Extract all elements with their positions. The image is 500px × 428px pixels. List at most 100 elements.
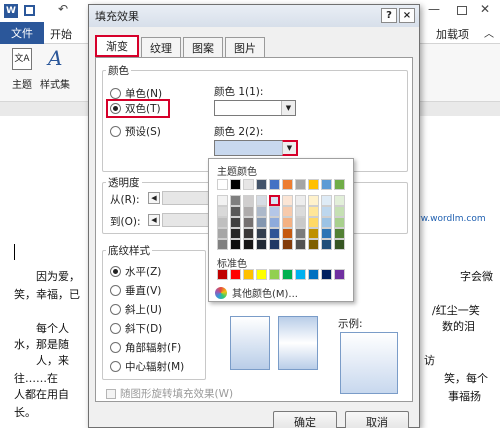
- help-button[interactable]: ?: [381, 8, 397, 23]
- theme-color-swatch[interactable]: [308, 228, 319, 239]
- standard-color-swatch[interactable]: [243, 269, 254, 280]
- styles-icon[interactable]: A: [48, 46, 62, 70]
- theme-color-swatch[interactable]: [256, 228, 267, 239]
- color1-dropdown[interactable]: ▼: [214, 100, 296, 116]
- theme-color-swatch[interactable]: [269, 179, 280, 190]
- theme-color-swatch[interactable]: [295, 228, 306, 239]
- shading-from-corner[interactable]: 角部辐射(F): [110, 340, 181, 355]
- theme-color-swatch[interactable]: [256, 179, 267, 190]
- standard-color-swatch[interactable]: [295, 269, 306, 280]
- theme-color-swatch[interactable]: [230, 239, 241, 250]
- save-icon[interactable]: [24, 5, 35, 16]
- ok-button[interactable]: 确定: [273, 411, 337, 428]
- theme-color-swatch[interactable]: [217, 195, 228, 206]
- theme-color-swatch[interactable]: [230, 206, 241, 217]
- theme-color-swatch[interactable]: [230, 217, 241, 228]
- radio-two-colors[interactable]: 双色(T): [106, 99, 170, 118]
- theme-color-swatch[interactable]: [334, 206, 345, 217]
- standard-color-swatch[interactable]: [217, 269, 228, 280]
- theme-color-swatch[interactable]: [334, 179, 345, 190]
- addins-tab[interactable]: 加载项: [436, 26, 469, 42]
- variant-bottom-right[interactable]: [278, 316, 318, 370]
- theme-color-swatch[interactable]: [282, 179, 293, 190]
- standard-color-swatch[interactable]: [321, 269, 332, 280]
- theme-color-swatch[interactable]: [243, 239, 254, 250]
- theme-color-swatch[interactable]: [295, 195, 306, 206]
- theme-color-swatch[interactable]: [269, 206, 280, 217]
- undo-icon[interactable]: ↶: [58, 2, 68, 16]
- standard-color-swatch[interactable]: [334, 269, 345, 280]
- theme-color-swatch[interactable]: [321, 239, 332, 250]
- theme-color-swatch[interactable]: [256, 195, 267, 206]
- ribbon-collapse-icon[interactable]: ︿: [484, 25, 494, 40]
- to-slider-left-button[interactable]: ◀: [148, 214, 160, 226]
- dialog-close-button[interactable]: ×: [399, 8, 415, 23]
- shading-horizontal[interactable]: 水平(Z): [110, 264, 161, 279]
- theme-color-swatch[interactable]: [308, 206, 319, 217]
- tab-picture[interactable]: 图片: [225, 37, 265, 57]
- shading-diagonal-up[interactable]: 斜上(U): [110, 302, 162, 317]
- tab-gradient[interactable]: 渐变: [95, 35, 139, 57]
- standard-color-swatch[interactable]: [256, 269, 267, 280]
- theme-color-swatch[interactable]: [334, 239, 345, 250]
- radio-preset[interactable]: 预设(S): [110, 124, 161, 139]
- theme-color-swatch[interactable]: [243, 179, 254, 190]
- cancel-button[interactable]: 取消: [345, 411, 409, 428]
- to-slider[interactable]: [162, 213, 210, 227]
- home-tab[interactable]: 开始: [50, 26, 72, 42]
- shading-vertical[interactable]: 垂直(V): [110, 283, 161, 298]
- theme-color-swatch[interactable]: [282, 195, 293, 206]
- theme-color-swatch[interactable]: [217, 239, 228, 250]
- theme-color-swatch[interactable]: [308, 179, 319, 190]
- theme-color-swatch[interactable]: [217, 228, 228, 239]
- theme-color-swatch[interactable]: [269, 195, 280, 206]
- more-colors-item[interactable]: 其他颜色(M)...: [215, 285, 298, 300]
- standard-color-swatch[interactable]: [269, 269, 280, 280]
- theme-color-swatch[interactable]: [321, 217, 332, 228]
- shading-from-center[interactable]: 中心辐射(M): [110, 359, 184, 374]
- standard-color-swatch[interactable]: [282, 269, 293, 280]
- theme-color-swatch[interactable]: [256, 206, 267, 217]
- theme-color-swatch[interactable]: [282, 206, 293, 217]
- theme-color-swatch[interactable]: [230, 228, 241, 239]
- window-close-button[interactable]: ✕: [480, 2, 490, 16]
- shading-diagonal-down[interactable]: 斜下(D): [110, 321, 162, 336]
- theme-color-swatch[interactable]: [308, 239, 319, 250]
- theme-color-swatch[interactable]: [295, 179, 306, 190]
- theme-color-swatch[interactable]: [243, 228, 254, 239]
- standard-color-swatch[interactable]: [308, 269, 319, 280]
- theme-color-swatch[interactable]: [308, 195, 319, 206]
- theme-color-swatch[interactable]: [321, 195, 332, 206]
- theme-color-swatch[interactable]: [256, 239, 267, 250]
- from-slider-left-button[interactable]: ◀: [148, 192, 160, 204]
- tab-pattern[interactable]: 图案: [183, 37, 223, 57]
- theme-color-swatch[interactable]: [269, 239, 280, 250]
- theme-color-swatch[interactable]: [334, 228, 345, 239]
- theme-color-swatch[interactable]: [308, 217, 319, 228]
- rotate-with-shape-checkbox[interactable]: 随图形旋转填充效果(W): [106, 386, 233, 401]
- theme-color-swatch[interactable]: [295, 206, 306, 217]
- theme-color-swatch[interactable]: [269, 217, 280, 228]
- theme-color-swatch[interactable]: [282, 228, 293, 239]
- chevron-down-icon[interactable]: ▼: [281, 101, 295, 115]
- standard-color-swatch[interactable]: [230, 269, 241, 280]
- theme-color-swatch[interactable]: [243, 206, 254, 217]
- theme-color-swatch[interactable]: [256, 217, 267, 228]
- themes-icon[interactable]: 文A: [12, 48, 32, 70]
- theme-color-swatch[interactable]: [295, 217, 306, 228]
- file-tab[interactable]: 文件: [0, 22, 44, 44]
- theme-color-swatch[interactable]: [282, 239, 293, 250]
- minimize-button[interactable]: —: [428, 2, 440, 16]
- theme-color-swatch[interactable]: [217, 179, 228, 190]
- theme-color-swatch[interactable]: [217, 217, 228, 228]
- theme-color-swatch[interactable]: [217, 206, 228, 217]
- theme-color-swatch[interactable]: [295, 239, 306, 250]
- from-slider[interactable]: [162, 191, 210, 205]
- chevron-down-icon[interactable]: ▼: [282, 140, 298, 156]
- theme-color-swatch[interactable]: [321, 228, 332, 239]
- color2-dropdown[interactable]: ▼: [214, 140, 298, 156]
- theme-color-swatch[interactable]: [243, 217, 254, 228]
- theme-color-swatch[interactable]: [230, 179, 241, 190]
- theme-color-swatch[interactable]: [321, 179, 332, 190]
- theme-color-swatch[interactable]: [282, 217, 293, 228]
